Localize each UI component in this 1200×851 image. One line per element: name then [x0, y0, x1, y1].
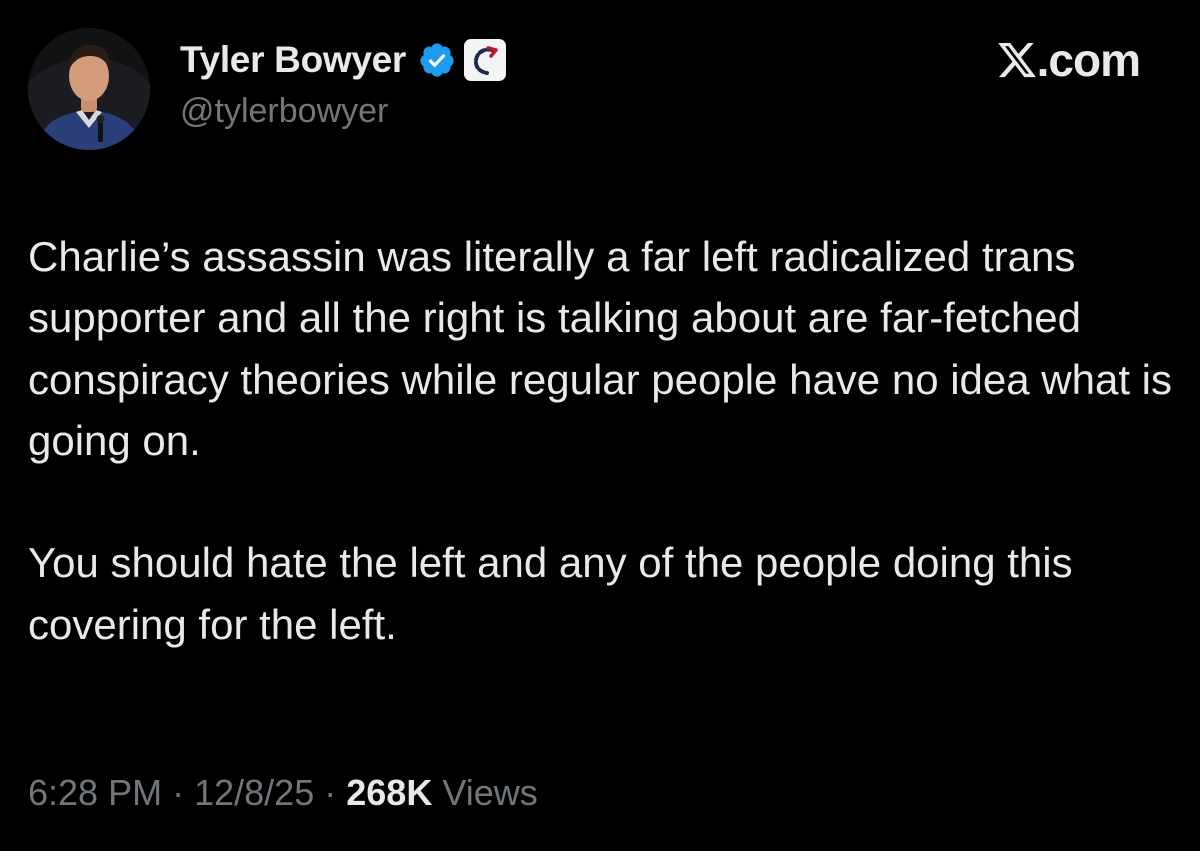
site-domain: .com: [1036, 34, 1141, 86]
author-handle[interactable]: @tylerbowyer: [180, 92, 388, 131]
verified-badge-icon[interactable]: [418, 41, 456, 79]
post-date[interactable]: 12/8/25: [194, 772, 314, 813]
post-text: Charlie’s assassin was literally a far l…: [28, 226, 1178, 655]
post-meta: 6:28 PM · 12/8/25 · 268K Views: [28, 772, 538, 814]
profile-photo: [28, 28, 150, 150]
affiliation-badge-icon[interactable]: [464, 39, 507, 81]
meta-separator: ·: [172, 772, 185, 813]
post-paragraph-1: Charlie’s assassin was literally a far l…: [28, 233, 1173, 464]
views-count[interactable]: 268K: [346, 772, 432, 813]
views-label: Views: [442, 772, 538, 813]
x-logo-icon: [997, 42, 1036, 78]
site-brand[interactable]: .com: [995, 30, 1141, 90]
post-time[interactable]: 6:28 PM: [28, 772, 162, 813]
avatar[interactable]: [28, 28, 150, 150]
author-name[interactable]: Tyler Bowyer: [180, 39, 406, 81]
author-row: Tyler Bowyer: [180, 34, 507, 86]
meta-separator: ·: [324, 772, 337, 813]
affiliation-logo-icon: [473, 46, 498, 75]
post-paragraph-2: You should hate the left and any of the …: [28, 539, 1073, 648]
